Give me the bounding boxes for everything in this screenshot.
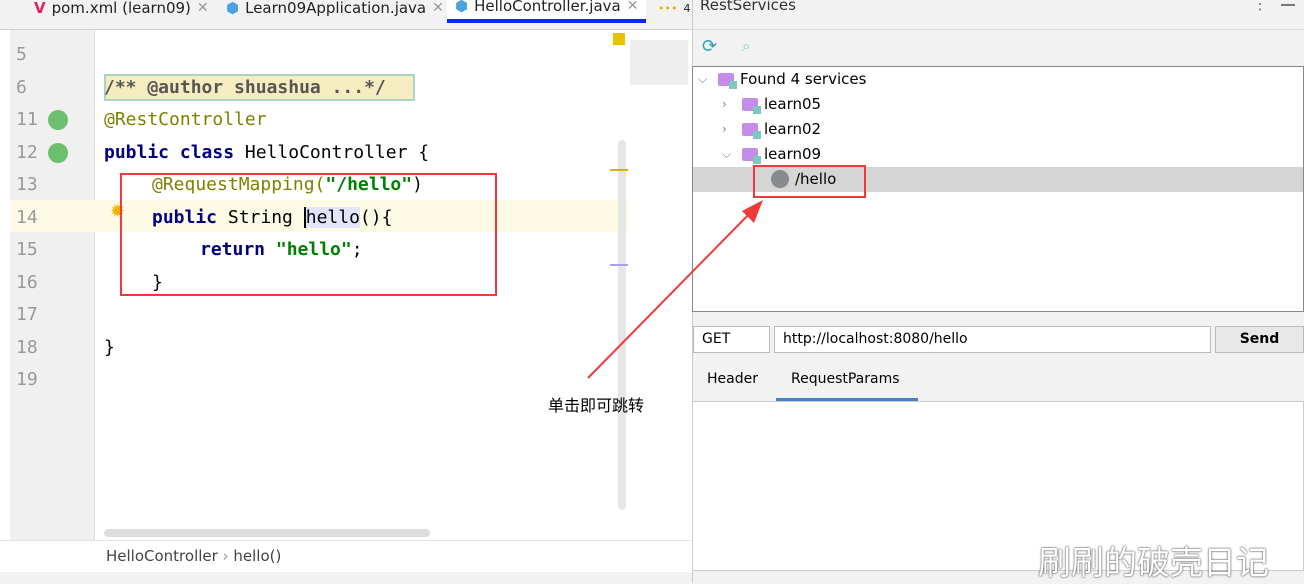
refresh-icon[interactable]: ⟳ [702, 36, 717, 57]
url-input[interactable]: http://localhost:8080/hello [774, 326, 1211, 353]
code-text: HelloController { [234, 142, 430, 163]
close-icon[interactable]: ✕ [432, 0, 444, 16]
line-number: 19 [16, 369, 38, 390]
class-icon: ⬢ [455, 0, 469, 15]
minimap[interactable] [630, 40, 688, 85]
close-icon[interactable]: ✕ [627, 0, 639, 14]
code-comment: /** @author shuashua ...*/ [104, 77, 386, 98]
line-number: 15 [16, 239, 38, 260]
tree-root[interactable]: ⌵ Found 4 services [698, 70, 866, 89]
panel-title: RestServices [700, 0, 796, 14]
breadcrumb: HelloController › hello() [0, 540, 692, 572]
line-number: 5 [16, 44, 27, 65]
spring-class-icon: ⬢ [226, 0, 240, 17]
warning-marker [610, 169, 628, 171]
tab-request-params[interactable]: RequestParams [776, 362, 918, 401]
code-annotation: @RestController [104, 109, 267, 130]
code-text: } [104, 337, 115, 358]
spring-class-icon[interactable] [48, 143, 68, 163]
tab-learn09application[interactable]: ⬢ Learn09Application.java ✕ [226, 0, 444, 23]
folder-icon [718, 72, 737, 89]
editor-tab-bar: Vpom.xml (learn09) ✕ ⬢ Learn09Application.… [0, 0, 692, 30]
tree-module-learn02[interactable]: › learn02 [722, 120, 821, 139]
tab-pom[interactable]: Vpom.xml (learn09) ✕ [34, 0, 209, 23]
highlight-box-code [120, 173, 497, 296]
module-icon [742, 147, 761, 164]
close-icon[interactable]: ✕ [197, 0, 209, 16]
chevron-right-icon[interactable]: › [722, 97, 736, 111]
chevron-down-icon[interactable]: ⌵ [722, 147, 736, 162]
tree-module-learn09[interactable]: ⌵ learn09 [722, 145, 821, 164]
line-number: 11 [16, 109, 38, 130]
search-icon[interactable]: ⌕ [742, 37, 750, 55]
minimize-icon[interactable] [1281, 4, 1295, 6]
highlight-box-endpoint [753, 165, 866, 198]
more-tabs-icon: ••• [658, 1, 678, 15]
annotation-label: 单击即可跳转 [548, 396, 645, 415]
line-number: 17 [16, 304, 38, 325]
options-icon[interactable]: ⋮ [1252, 0, 1268, 13]
code-keyword: public class [104, 142, 235, 163]
module-icon [742, 122, 761, 139]
horizontal-scrollbar[interactable] [104, 529, 430, 537]
chevron-right-icon[interactable]: › [722, 122, 736, 136]
module-icon [742, 97, 761, 114]
breadcrumb-method[interactable]: hello() [233, 547, 281, 565]
watermark: 刷刷的破壳日记 [1038, 543, 1269, 582]
line-number: 13 [16, 174, 38, 195]
tree-module-learn05[interactable]: › learn05 [722, 95, 821, 114]
more-tabs-button[interactable]: ••• 4 [658, 0, 690, 23]
line-number: 12 [16, 142, 38, 163]
line-number: 18 [16, 337, 38, 358]
breadcrumb-class[interactable]: HelloController [106, 547, 218, 565]
spring-bean-icon[interactable] [48, 110, 68, 130]
inspection-status-icon[interactable] [613, 33, 625, 45]
maven-icon: V [34, 0, 46, 17]
line-number: 6 [16, 77, 27, 98]
send-button[interactable]: Send [1215, 326, 1304, 353]
tab-hellocontroller[interactable]: ⬢ HelloController.java ✕ [447, 0, 647, 23]
chevron-down-icon[interactable]: ⌵ [698, 72, 712, 87]
annotation-arrow [587, 200, 763, 379]
line-number: 16 [16, 272, 38, 293]
line-number: 14 [16, 207, 38, 228]
